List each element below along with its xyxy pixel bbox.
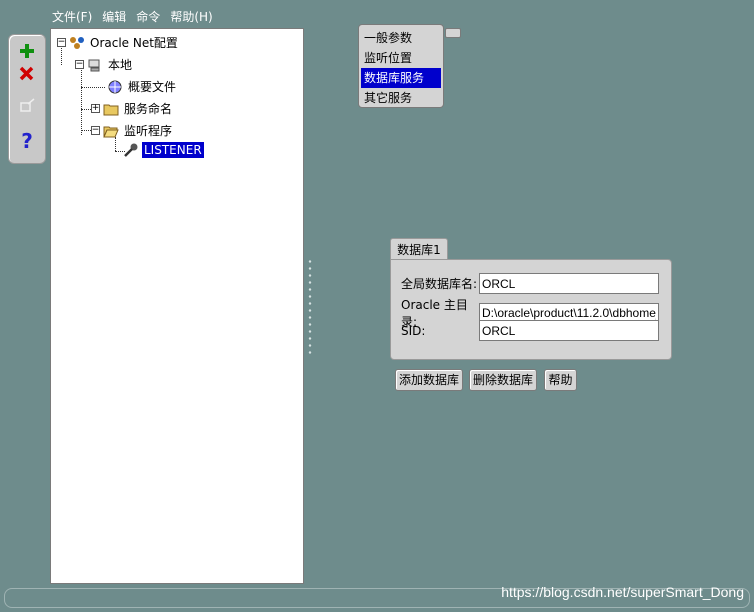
database-panel: 全局数据库名: Oracle 主目录: SID:: [390, 259, 672, 360]
tree-label: 概要文件: [128, 80, 177, 94]
plus-icon: [20, 44, 34, 58]
menu-bar: 文件(F) 编辑 命令 帮助(H): [52, 8, 213, 25]
help-button[interactable]: 帮助: [544, 369, 577, 391]
tree-label: 本地: [108, 58, 133, 72]
watermark: https://blog.csdn.net/superSmart_Dong: [501, 584, 744, 600]
folder-open-icon: [103, 126, 119, 137]
tree-node-service-naming[interactable]: + 服务命名: [91, 99, 174, 118]
collapse-icon[interactable]: −: [57, 38, 66, 47]
global-db-name-row: 全局数据库名:: [401, 273, 659, 294]
menu-item-other-services[interactable]: 其它服务: [361, 88, 441, 108]
expand-icon[interactable]: +: [91, 104, 100, 113]
navigator-tree: − Oracle Net配置 − 本地 概要文件 + 服务命名 − 监听程序 L…: [50, 28, 304, 584]
x-icon: [19, 66, 34, 81]
menu-command[interactable]: 命令: [136, 8, 160, 25]
tab-database-1[interactable]: 数据库1: [390, 238, 448, 260]
tree-node-profile[interactable]: 概要文件: [107, 77, 178, 96]
menu-file[interactable]: 文件(F): [52, 8, 92, 25]
delete-database-button[interactable]: 删除数据库: [469, 369, 537, 391]
delete-button[interactable]: [15, 61, 39, 85]
microphone-icon: [124, 143, 138, 157]
tree-label: LISTENER: [141, 141, 205, 159]
tree-node-listener[interactable]: LISTENER: [123, 141, 205, 159]
menu-item-db-services[interactable]: 数据库服务: [361, 68, 441, 88]
global-db-name-label: 全局数据库名:: [401, 277, 478, 291]
help-toolbar-button[interactable]: ?: [15, 129, 39, 153]
menu-edit[interactable]: 编辑: [102, 8, 126, 25]
tree-label: 服务命名: [124, 102, 173, 116]
menu-item-general[interactable]: 一般参数: [361, 28, 441, 48]
question-icon: ?: [21, 129, 33, 153]
add-button[interactable]: [15, 39, 39, 63]
global-db-name-input[interactable]: [479, 273, 659, 294]
wizard-icon: [20, 98, 35, 112]
collapse-icon[interactable]: −: [75, 60, 84, 69]
globe-icon: [108, 80, 122, 93]
sid-row: SID:: [401, 320, 659, 341]
menu-dropdown-toggle[interactable]: [445, 28, 461, 38]
network-icon: [70, 36, 84, 49]
menu-item-locations[interactable]: 监听位置: [361, 48, 441, 68]
tree-node-listeners[interactable]: − 监听程序: [91, 121, 174, 140]
wizard-button: [15, 93, 39, 117]
sid-input[interactable]: [479, 320, 659, 341]
folder-icon: [103, 104, 119, 115]
add-database-button[interactable]: 添加数据库: [395, 369, 463, 391]
computer-icon: [88, 59, 100, 71]
collapse-icon[interactable]: −: [91, 126, 100, 135]
menu-help[interactable]: 帮助(H): [170, 8, 212, 25]
panel-splitter[interactable]: [308, 258, 312, 358]
tool-palette: ?: [8, 34, 46, 164]
tree-label: 监听程序: [124, 124, 173, 138]
tree-node-oracle-net[interactable]: − Oracle Net配置: [57, 33, 180, 52]
tree-node-local[interactable]: − 本地: [75, 55, 134, 74]
tree-label: Oracle Net配置: [90, 36, 178, 50]
sid-label: SID:: [401, 323, 426, 338]
listener-config-menu: 一般参数 监听位置 数据库服务 其它服务: [358, 24, 444, 108]
